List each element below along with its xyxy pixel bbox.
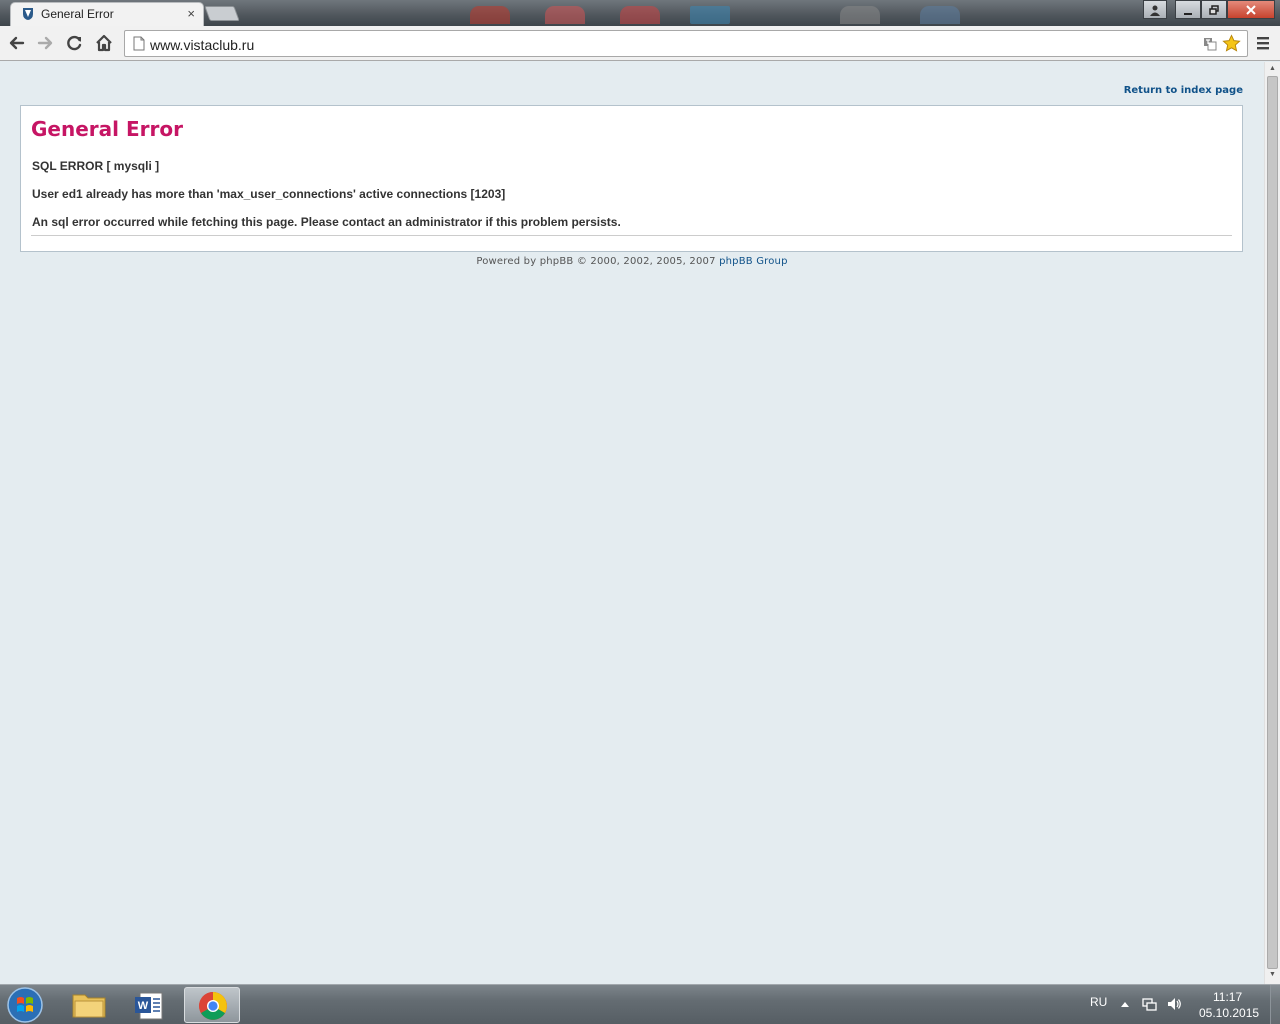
windows-taskbar: W RU 11:17 05.10.2015	[0, 984, 1280, 1024]
language-indicator[interactable]: RU	[1090, 995, 1107, 1009]
user-profile-button[interactable]	[1143, 0, 1167, 19]
translate-icon[interactable]	[1203, 37, 1217, 51]
show-desktop-button[interactable]	[1270, 985, 1280, 1024]
scroll-thumb[interactable]	[1267, 76, 1278, 969]
user-icon	[1150, 5, 1160, 16]
divider	[31, 235, 1232, 236]
windows-start-icon[interactable]	[4, 986, 46, 1024]
taskbar-explorer[interactable]	[61, 987, 117, 1023]
return-to-index-link[interactable]: Return to index page	[1124, 85, 1243, 96]
url-input[interactable]	[150, 36, 1190, 54]
vertical-scrollbar[interactable]: ▲ ▼	[1264, 62, 1280, 984]
phpbb-group-link[interactable]: phpBB Group	[719, 256, 788, 267]
svg-text:W: W	[138, 1000, 149, 1012]
minimize-icon	[1184, 13, 1192, 15]
page-viewport: Return to index page General Error SQL E…	[0, 62, 1264, 984]
desktop-blur	[620, 6, 660, 24]
tray-expand-icon[interactable]	[1120, 1000, 1130, 1008]
desktop-blur	[840, 6, 880, 24]
home-icon[interactable]	[93, 32, 115, 54]
tab-close-icon[interactable]: ×	[187, 6, 195, 21]
clock-time[interactable]: 11:17	[1213, 990, 1242, 1004]
new-tab-button[interactable]	[204, 6, 240, 21]
sql-error-label: SQL ERROR [ mysqli ]	[32, 159, 160, 173]
address-bar[interactable]	[124, 30, 1248, 57]
browser-tab[interactable]: General Error ×	[10, 2, 204, 26]
forward-arrow-icon[interactable]	[34, 32, 56, 54]
restore-icon	[1209, 5, 1219, 15]
restore-button[interactable]	[1201, 0, 1227, 19]
page-title: General Error	[31, 117, 183, 141]
error-explanation: An sql error occurred while fetching thi…	[32, 215, 621, 229]
taskbar-chrome[interactable]	[184, 987, 240, 1023]
footer-text: Powered by phpBB © 2000, 2002, 2005, 200…	[476, 256, 720, 267]
browser-toolbar	[0, 26, 1280, 61]
clock-date[interactable]: 05.10.2015	[1199, 1006, 1259, 1020]
close-icon	[1246, 5, 1256, 15]
minimize-button[interactable]	[1175, 0, 1201, 19]
chrome-icon	[199, 992, 227, 1020]
page-footer: Powered by phpBB © 2000, 2002, 2005, 200…	[0, 256, 1264, 267]
bookmark-star-icon[interactable]	[1222, 34, 1241, 53]
taskbar-word[interactable]: W	[122, 987, 178, 1023]
tab-title: General Error	[41, 7, 114, 21]
scroll-up-arrow-icon[interactable]: ▲	[1269, 65, 1276, 72]
volume-icon[interactable]	[1166, 996, 1182, 1012]
word-icon: W	[135, 992, 163, 1020]
page-icon	[133, 36, 145, 51]
menu-icon[interactable]	[1256, 35, 1270, 51]
folder-icon	[72, 994, 106, 1018]
back-arrow-icon[interactable]	[6, 32, 28, 54]
desktop-blur	[470, 6, 510, 24]
error-panel: General Error SQL ERROR [ mysqli ] User …	[20, 105, 1243, 252]
scroll-down-arrow-icon[interactable]: ▼	[1269, 971, 1276, 978]
window-titlebar: General Error ×	[0, 0, 1280, 26]
reload-icon[interactable]	[63, 32, 85, 54]
close-window-button[interactable]	[1227, 0, 1275, 19]
phpbb-favicon-icon	[23, 8, 33, 20]
desktop-blur	[545, 6, 585, 24]
desktop-blur	[690, 6, 730, 24]
desktop-blur	[920, 6, 960, 24]
network-icon[interactable]	[1141, 996, 1157, 1012]
error-detail: User ed1 already has more than 'max_user…	[32, 187, 506, 201]
